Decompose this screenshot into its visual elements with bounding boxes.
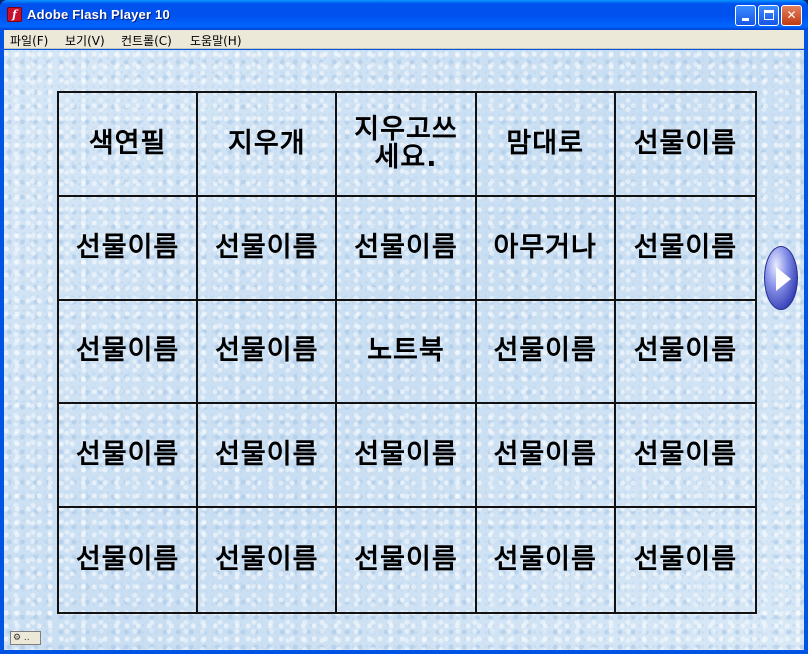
board-cell[interactable]: 아무거나 xyxy=(476,196,616,301)
board-cell[interactable]: 선물이름 xyxy=(476,300,616,405)
menu-view[interactable]: 보기(V) xyxy=(65,32,105,49)
board-cell[interactable]: 선물이름 xyxy=(615,93,755,197)
board-cell[interactable]: 맘대로 xyxy=(476,93,616,197)
board-cell[interactable]: 선물이름 xyxy=(615,404,755,509)
board-cell[interactable]: 지우고쓰 세요. xyxy=(337,93,477,197)
menu-help[interactable]: 도움말(H) xyxy=(190,32,242,49)
close-button[interactable]: ✕ xyxy=(781,5,802,26)
maximize-button[interactable] xyxy=(758,5,779,26)
board-cell[interactable]: 선물이름 xyxy=(59,508,199,612)
play-arrow-icon xyxy=(776,267,791,291)
close-icon: ✕ xyxy=(786,8,797,22)
minimize-button[interactable] xyxy=(735,5,756,26)
minimize-icon xyxy=(742,18,749,21)
board-cell[interactable]: 색연필 xyxy=(59,93,199,197)
board-cell[interactable]: 선물이름 xyxy=(616,508,755,612)
flash-app-icon[interactable]: f xyxy=(7,7,22,22)
menu-file[interactable]: 파일(F) xyxy=(10,32,48,49)
board-cell[interactable]: 선물이름 xyxy=(59,300,199,405)
board-cell[interactable]: 선물이름 xyxy=(198,196,338,301)
board-cell[interactable]: 선물이름 xyxy=(337,508,477,612)
board-cell[interactable]: 선물이름 xyxy=(198,404,338,509)
board-cell[interactable]: 선물이름 xyxy=(337,404,477,509)
window-title: Adobe Flash Player 10 xyxy=(27,7,170,22)
next-button[interactable] xyxy=(764,246,798,310)
gift-board: 색연필 지우개 지우고쓰 세요. 맘대로 선물이름 선물이름 선물이름 선물이름… xyxy=(57,91,757,614)
board-cell[interactable]: 선물이름 xyxy=(198,300,338,405)
flash-player-window: f Adobe Flash Player 10 ✕ 파일(F) 보기(V) 컨트… xyxy=(0,0,808,654)
title-bar[interactable]: f Adobe Flash Player 10 ✕ xyxy=(0,0,808,30)
board-cell[interactable]: 선물이름 xyxy=(337,196,477,301)
board-cell[interactable]: 노트북 xyxy=(337,300,477,405)
maximize-icon xyxy=(764,10,774,20)
menu-bar: 파일(F) 보기(V) 컨트롤(C) 도움말(H) xyxy=(4,30,804,49)
board-cell[interactable]: 지우개 xyxy=(198,93,338,197)
board-cell[interactable]: 선물이름 xyxy=(59,196,199,301)
board-cell[interactable]: 선물이름 xyxy=(59,404,199,509)
board-cell[interactable]: 선물이름 xyxy=(477,508,616,612)
board-cell[interactable]: 선물이름 xyxy=(615,197,755,301)
flash-settings-icon[interactable]: ⚙ .. xyxy=(10,631,41,645)
board-cell[interactable]: 선물이름 xyxy=(476,404,616,509)
board-cell[interactable]: 선물이름 xyxy=(198,508,338,612)
board-cell[interactable]: 선물이름 xyxy=(615,301,755,405)
flash-stage: 색연필 지우개 지우고쓰 세요. 맘대로 선물이름 선물이름 선물이름 선물이름… xyxy=(4,50,804,650)
menu-control[interactable]: 컨트롤(C) xyxy=(121,32,172,49)
